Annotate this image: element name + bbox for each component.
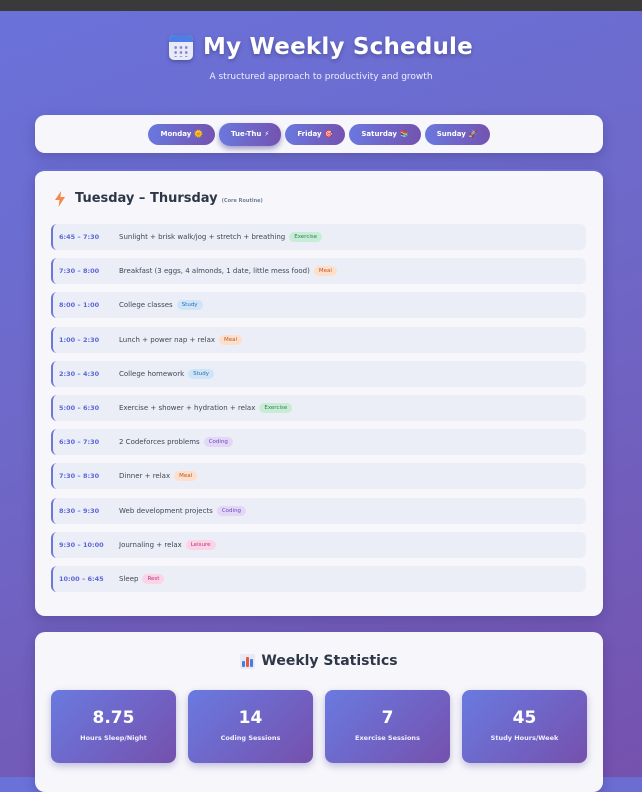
sun-icon: 🌞 (194, 130, 204, 138)
schedule-card: Tuesday – Thursday (Core Routine) 6:45 –… (35, 169, 603, 616)
stat-label: Hours Sleep/Night (80, 734, 147, 742)
stat-value: 8.75 (92, 708, 135, 728)
time-range: 5:00 – 6:30 (59, 403, 100, 412)
stat-study: 45 Study Hours/Week (462, 690, 587, 763)
tag-badge: Leisure (185, 539, 216, 550)
tag-badge: Exercise (259, 402, 293, 413)
activity-text: Sunlight + brisk walk/jog + stretch + br… (119, 233, 286, 241)
tab-label: Monday (160, 130, 192, 138)
activity-text: Web development projects (119, 506, 213, 515)
tab-tue-thu[interactable]: Tue-Thu ⚡ (219, 122, 282, 146)
tag-badge: Study (176, 300, 203, 311)
stat-boxes: 8.75 Hours Sleep/Night 14 Coding Session… (51, 690, 587, 763)
schedule-row: 5:00 – 6:30 Exercise + shower + hydratio… (51, 394, 586, 421)
schedule-row: 10:00 – 6:45 Sleep Rest (51, 565, 586, 592)
page-title: My Weekly Schedule (203, 34, 473, 60)
bar-chart-icon (240, 653, 256, 669)
activity-text: Dinner + relax (119, 472, 171, 481)
calendar-icon (169, 34, 194, 60)
schedule-title: Tuesday – Thursday (75, 191, 218, 206)
activity-text: Exercise + shower + hydration + relax (119, 403, 256, 412)
tag-badge: Exercise (289, 232, 323, 242)
tab-friday[interactable]: Friday 🎯 (285, 123, 346, 145)
schedule-row: 9:30 – 10:00 Journaling + relax Leisure (51, 531, 586, 558)
time-range: 8:00 – 1:00 (59, 301, 100, 310)
tab-sunday[interactable]: Sunday 🚀 (424, 123, 490, 145)
schedule-row: 6:45 – 7:30 Sunlight + brisk walk/jog + … (51, 224, 586, 250)
activity-text: Journaling + relax (119, 540, 182, 549)
activity-text: College classes (119, 301, 173, 310)
browser-top-bar (0, 0, 642, 11)
tab-label: Sunday (436, 130, 466, 138)
tag-badge: Rest (142, 573, 165, 584)
activity-text: 2 Codeforces problems (119, 438, 200, 447)
title-row: My Weekly Schedule (0, 34, 642, 60)
stat-coding: 14 Coding Sessions (188, 690, 313, 763)
schedule-row: 8:00 – 1:00 College classes Study (51, 292, 586, 319)
stat-label: Study Hours/Week (490, 734, 559, 742)
stat-value: 45 (512, 708, 537, 728)
schedule-row: 2:30 – 4:30 College homework Study (51, 360, 586, 387)
activity-text: Sleep (119, 574, 139, 583)
stat-exercise: 7 Exercise Sessions (325, 690, 450, 763)
activity-text: Lunch + power nap + relax (119, 335, 216, 344)
schedule-list: 6:45 – 7:30 Sunlight + brisk walk/jog + … (51, 224, 586, 600)
tab-label: Tue-Thu (231, 130, 262, 138)
tag-badge: Meal (174, 471, 198, 482)
lightning-icon: ⚡ (264, 130, 270, 138)
schedule-row: 6:30 – 7:30 2 Codeforces problems Coding (51, 429, 586, 456)
schedule-row: 7:30 – 8:00 Breakfast (3 eggs, 4 almonds… (51, 258, 586, 285)
schedule-row: 8:30 – 9:30 Web development projects Cod… (51, 497, 586, 524)
stat-value: 14 (238, 708, 263, 728)
time-range: 2:30 – 4:30 (59, 369, 100, 378)
tab-label: Saturday (361, 130, 397, 138)
activity-text: College homework (119, 369, 185, 378)
tag-badge: Meal (219, 334, 243, 345)
time-range: 8:30 – 9:30 (59, 506, 100, 515)
target-icon: 🎯 (324, 130, 334, 138)
schedule-heading: Tuesday – Thursday (Core Routine) (55, 191, 263, 207)
schedule-row: 7:30 – 8:30 Dinner + relax Meal (51, 463, 586, 490)
page-subtitle: A structured approach to productivity an… (209, 72, 433, 82)
stat-sleep: 8.75 Hours Sleep/Night (51, 690, 176, 763)
tab-saturday[interactable]: Saturday 📚 (349, 123, 421, 145)
time-range: 6:45 – 7:30 (59, 233, 100, 241)
day-tabs: Monday 🌞 Tue-Thu ⚡ Friday 🎯 Saturday 📚 Sunda… (35, 115, 603, 153)
stats-card: Weekly Statistics 8.75 Hours Sleep/Night… (35, 632, 603, 792)
time-range: 9:30 – 10:00 (59, 540, 104, 549)
stat-label: Exercise Sessions (355, 734, 420, 742)
rocket-icon: 🚀 (468, 130, 478, 138)
time-range: 6:30 – 7:30 (59, 438, 100, 447)
tag-badge: Meal (313, 266, 337, 277)
time-range: 1:00 – 2:30 (59, 335, 100, 344)
stats-heading: Weekly Statistics (35, 653, 603, 669)
stat-value: 7 (381, 708, 394, 728)
time-range: 7:30 – 8:00 (59, 267, 100, 276)
tag-badge: Coding (216, 505, 247, 516)
tab-monday[interactable]: Monday 🌞 (148, 123, 216, 145)
schedule-row: 1:00 – 2:30 Lunch + power nap + relax Me… (51, 326, 586, 353)
time-range: 7:30 – 8:30 (59, 472, 100, 481)
books-icon: 📚 (399, 130, 409, 138)
page-header: My Weekly Schedule A structured approach… (0, 34, 642, 82)
schedule-note: (Core Routine) (221, 198, 263, 204)
time-range: 10:00 – 6:45 (59, 574, 104, 583)
stat-label: Coding Sessions (220, 734, 281, 742)
stats-title: Weekly Statistics (261, 653, 398, 669)
lightning-icon (55, 191, 65, 207)
activity-text: Breakfast (3 eggs, 4 almonds, 1 date, li… (119, 267, 310, 276)
tag-badge: Coding (203, 437, 233, 448)
tag-badge: Study (188, 368, 215, 379)
tab-label: Friday (297, 130, 322, 138)
